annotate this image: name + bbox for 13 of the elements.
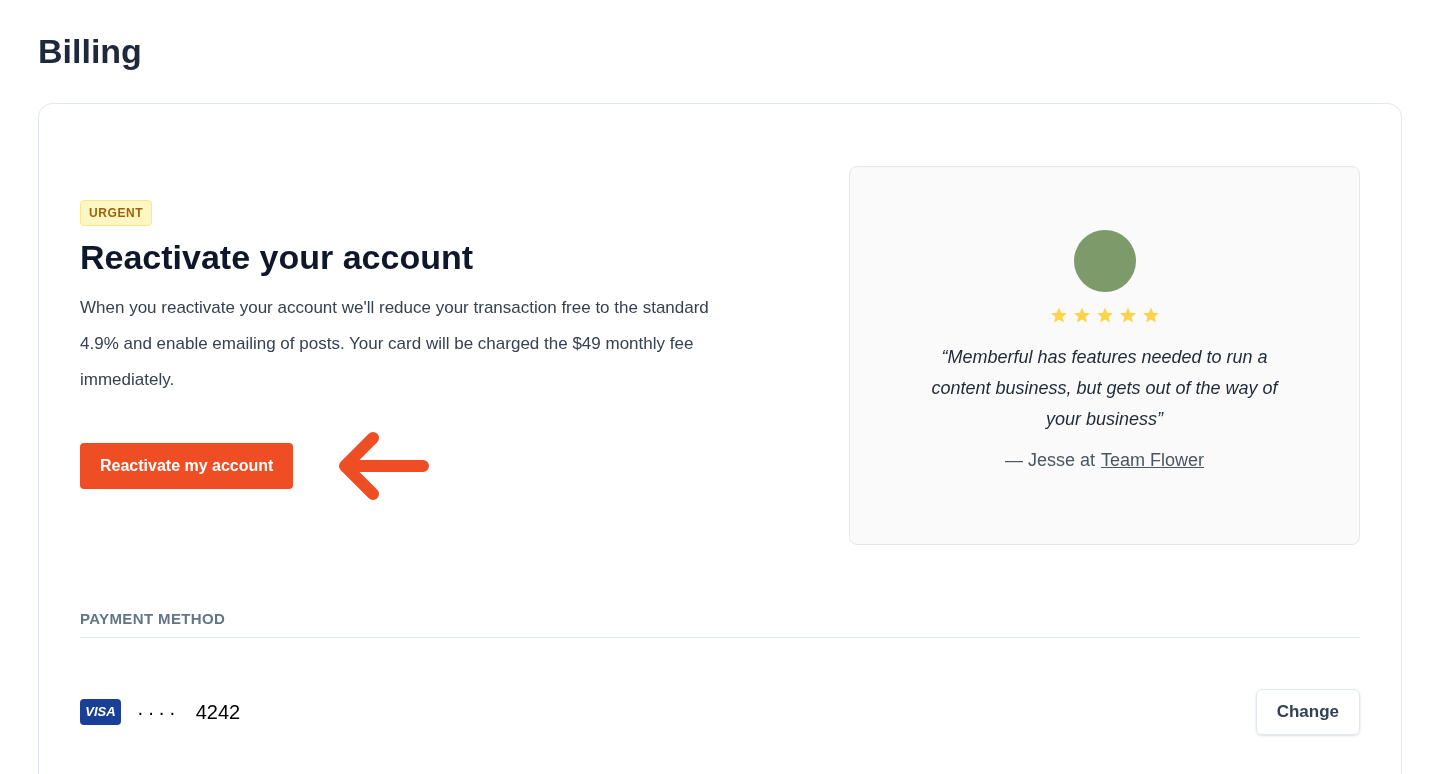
testimonial-quote: “Memberful has features needed to run a content business, but gets out of the way of your business” [930, 345, 1280, 431]
payment-method-heading: PAYMENT METHOD [80, 609, 226, 627]
team-link[interactable]: Team Flower [1101, 446, 1205, 474]
reactivate-button[interactable]: Reactivate my account [80, 443, 294, 489]
page-title: Billing [38, 31, 143, 72]
card-last-digits: 4242 [195, 699, 241, 725]
description-text: When you reactivate your account we'll reduce your transaction free to the standard 4.9% and enable emailing of posts. Your card will be charged the $49 monthly fee immediately. [80, 297, 710, 391]
visa-logo: VISA [80, 698, 121, 725]
card-mask: ···· [137, 699, 180, 725]
change-button[interactable]: Change [1255, 688, 1360, 735]
attribution-text: — Jesse at [1004, 448, 1095, 472]
urgent-badge: URGENT [80, 199, 153, 226]
section-heading: Reactivate your account [80, 236, 475, 278]
